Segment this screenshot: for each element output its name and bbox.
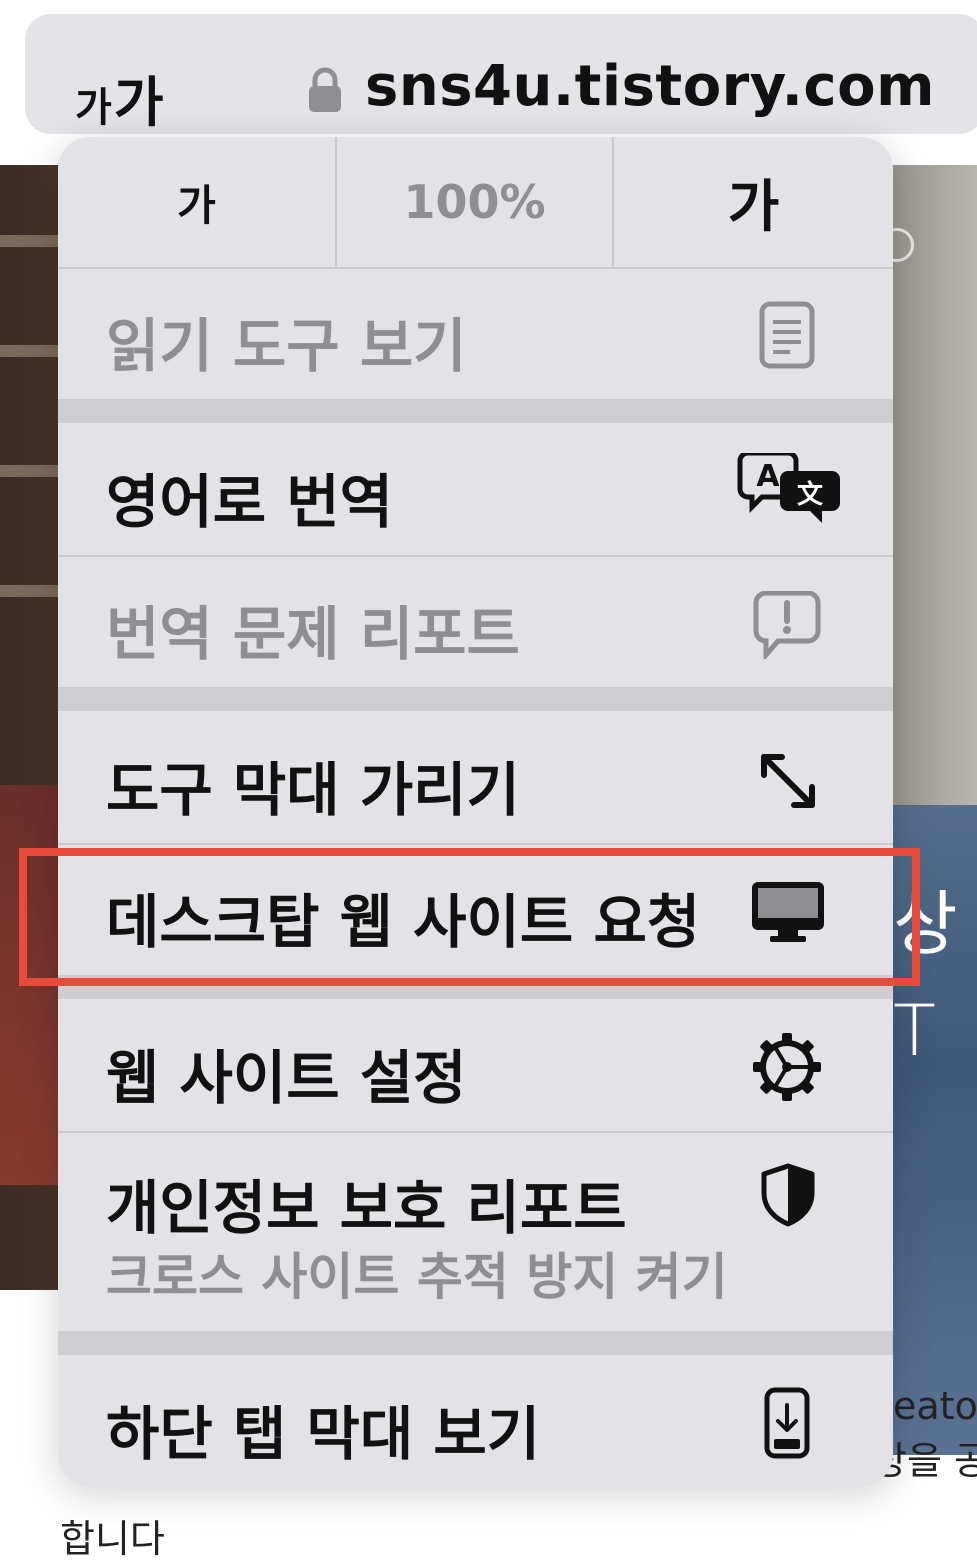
menu-item-report-translation[interactable]: 번역 문제 리포트 [58, 557, 893, 687]
text-size-small-glyph: 가 [75, 85, 112, 131]
zoom-in-label: 가 [727, 174, 780, 240]
menu-item-sublabel: 크로스 사이트 추적 방지 켜기 [106, 1248, 728, 1306]
menu-item-label: 영어로 번역 [106, 468, 393, 536]
menu-item-reader[interactable]: 읽기 도구 보기 [58, 269, 893, 399]
address-bar[interactable]: 가 가 sns4u.tistory.com [25, 14, 977, 134]
expand-arrows-icon [761, 754, 815, 808]
menu-item-privacy-report[interactable]: 개인정보 보호 리포트 크로스 사이트 추적 방지 켜기 [58, 1133, 893, 1331]
background-overlay-text: T [893, 990, 936, 1072]
background-shelf [0, 585, 60, 597]
text-size-large-glyph: 가 [113, 71, 164, 134]
zoom-controls: 가 100% 가 [58, 137, 893, 269]
menu-item-bottom-tab-bar[interactable]: 하단 탭 막대 보기 [58, 1355, 893, 1486]
menu-section-gap [58, 399, 893, 423]
menu-item-label: 웹 사이트 설정 [106, 1044, 467, 1112]
background-body-text: eato [893, 1384, 977, 1428]
menu-item-hide-toolbar[interactable]: 도구 막대 가리기 [58, 711, 893, 843]
background-shelf [0, 235, 60, 247]
highlight-box [19, 848, 920, 986]
menu-item-label: 번역 문제 리포트 [106, 600, 520, 668]
svg-text:A: A [756, 459, 780, 494]
translate-icon: A 文 [737, 453, 840, 523]
zoom-level: 100% [403, 175, 546, 229]
menu-item-website-settings[interactable]: 웹 사이트 설정 [58, 999, 893, 1131]
zoom-reset-button[interactable]: 100% [337, 137, 612, 267]
phone-download-icon [764, 1387, 810, 1459]
url-text[interactable]: sns4u.tistory.com [365, 54, 935, 119]
shield-icon [761, 1163, 815, 1227]
menu-section-gap [58, 687, 893, 711]
zoom-out-label: 가 [177, 180, 216, 230]
reader-icon [759, 301, 815, 369]
zoom-in-button[interactable]: 가 [614, 137, 893, 267]
background-body-text: 합니다 [60, 1517, 165, 1561]
lock-icon [309, 67, 341, 112]
menu-item-label: 개인정보 보호 리포트 [106, 1174, 627, 1242]
menu-item-translate[interactable]: 영어로 번역 A 文 [58, 423, 893, 555]
menu-item-label: 하단 탭 막대 보기 [106, 1400, 541, 1468]
background-shelf [0, 465, 60, 477]
background-shelf [0, 345, 60, 357]
zoom-out-button[interactable]: 가 [58, 137, 335, 267]
report-bubble-icon [753, 591, 821, 659]
menu-item-label: 읽기 도구 보기 [106, 312, 467, 380]
menu-item-label: 도구 막대 가리기 [106, 756, 520, 824]
menu-section-gap [58, 1331, 893, 1355]
svg-text:文: 文 [797, 479, 824, 510]
page-menu: 가 100% 가 읽기 도구 보기 영어로 번역 A 文 번역 문제 리포트 도… [58, 137, 893, 1486]
gear-icon [753, 1033, 821, 1101]
text-size-button[interactable]: 가 가 [75, 58, 164, 134]
